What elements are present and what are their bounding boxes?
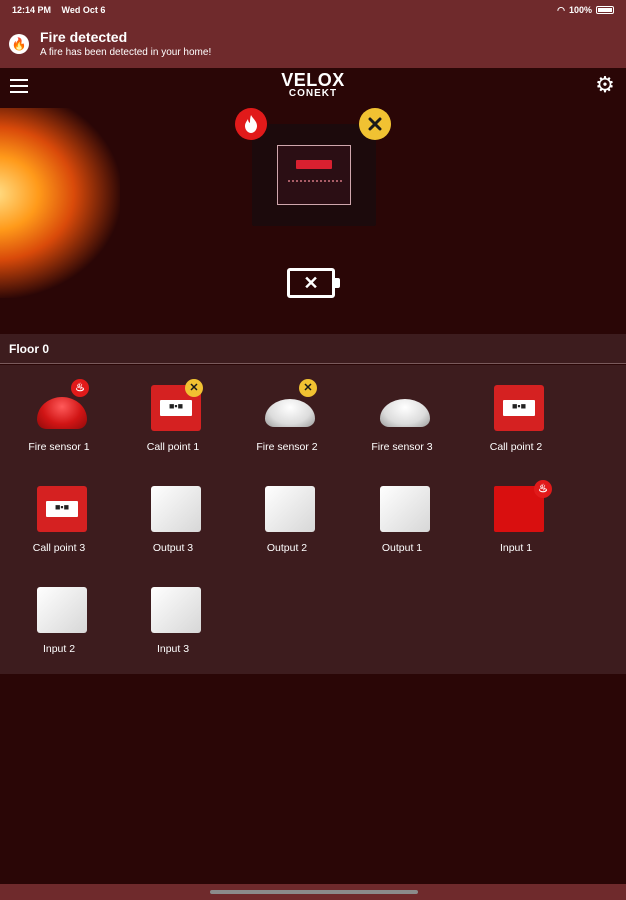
battery-fault-icon: ✕ [287,268,340,298]
device-tile[interactable]: ✕ Call point 1 [123,365,223,455]
fire-background [0,108,120,298]
home-indicator[interactable] [210,890,418,894]
device-label: Input 2 [42,643,76,655]
device-tile[interactable]: Output 1 [352,466,452,556]
notification-message: A fire has been detected in your home! [40,47,212,58]
device-label: Call point 2 [489,441,543,453]
fault-status-badge: ✕ [299,379,317,397]
device-tile[interactable]: Call point 3 [9,466,109,556]
device-label: Fire sensor 2 [256,441,318,453]
control-panel-image[interactable] [252,124,376,226]
device-label: Output 2 [266,542,308,554]
wifi-icon: ◠ [557,4,565,15]
device-tile[interactable]: ♨ Fire sensor 1 [9,365,109,455]
device-tile[interactable]: Input 3 [123,567,223,657]
device-label: Input 1 [499,542,533,554]
flame-icon: 🔥 [9,34,29,54]
sensor-red-image [37,397,87,429]
notification-banner[interactable]: 12:14 PM Wed Oct 6 ◠ 100% 🔥 Fire detecte… [0,0,626,68]
callpoint-image [37,486,87,532]
device-grid: ♨ Fire sensor 1 ✕ Call point 1 ✕ Fire sensor … [0,365,626,674]
status-date: Wed Oct 6 [61,5,106,15]
callpoint-image [494,385,544,431]
device-label: Output 1 [381,542,423,554]
device-label: Fire sensor 3 [371,441,433,453]
panel-display [296,160,332,169]
box-white-image [265,486,315,532]
status-bar: 12:14 PM Wed Oct 6 ◠ 100% [12,4,614,16]
device-label: Call point 3 [32,542,86,554]
logo-line2: CONEKT [288,88,338,99]
fire-status-badge: ♨ [534,480,552,498]
device-tile[interactable]: Output 3 [123,466,223,556]
device-tile[interactable]: Input 2 [9,567,109,657]
fault-status-badge: ✕ [185,379,203,397]
device-label: Fire sensor 1 [28,441,90,453]
panel-screen [277,145,351,205]
gear-icon[interactable]: ⚙ [594,74,616,96]
callpoint-window [160,400,192,416]
device-tile[interactable]: Output 2 [237,466,337,556]
floor-header[interactable]: Floor 0 [0,334,626,364]
sensor-white-image [380,399,430,427]
box-white-image [380,486,430,532]
box-white-image [151,486,201,532]
device-label: Input 3 [156,643,190,655]
device-tile[interactable]: Call point 2 [466,365,566,455]
flame-icon [245,115,257,133]
callpoint-window [46,501,78,517]
box-white-image [37,587,87,633]
hero: VELOX CONEKT ⚙ ✕ [0,68,626,334]
sensor-white-image [265,399,315,427]
close-icon [368,117,382,131]
device-label: Output 3 [152,542,194,554]
logo-line1: VELOX [281,70,345,90]
device-tile[interactable]: ✕ Fire sensor 2 [237,365,337,455]
fire-alert-badge[interactable] [235,108,267,140]
notification-title: Fire detected [40,29,128,45]
menu-icon[interactable] [10,79,28,93]
callpoint-window [503,400,535,416]
fire-status-badge: ♨ [71,379,89,397]
status-time: 12:14 PM [12,5,52,15]
device-tile[interactable]: Fire sensor 3 [352,365,452,455]
panel-leds [288,180,342,186]
device-label: Call point 1 [146,441,200,453]
fault-badge[interactable] [359,108,391,140]
device-tile[interactable]: ♨ Input 1 [466,466,566,556]
box-white-image [151,587,201,633]
status-battery: 100% [568,5,592,15]
logo: VELOX CONEKT [278,71,348,99]
battery-icon [596,6,614,14]
